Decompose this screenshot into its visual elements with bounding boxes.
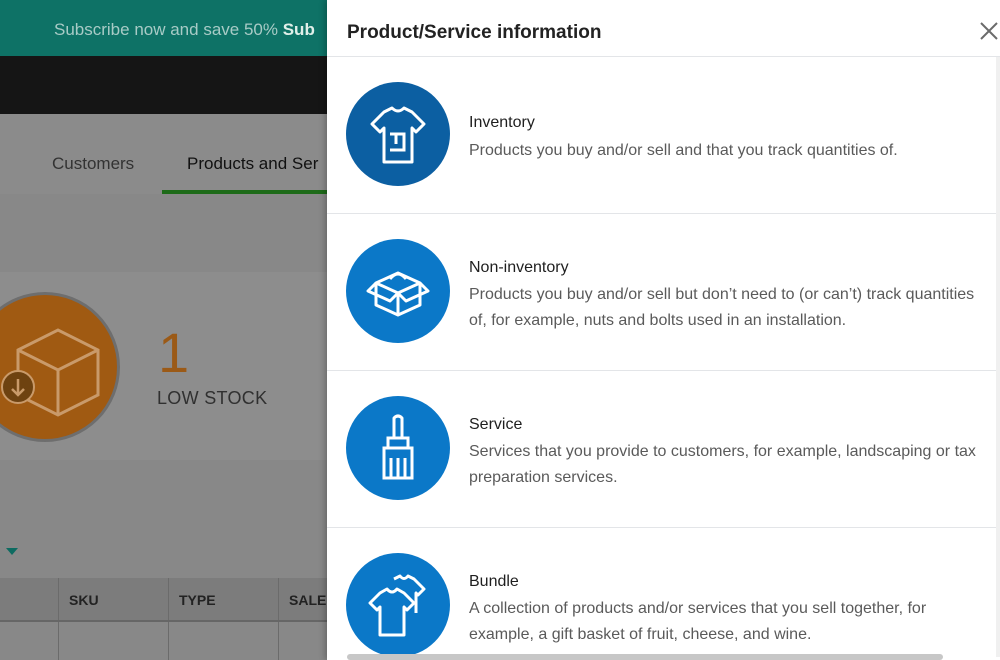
- bundle-title: Bundle: [469, 573, 519, 590]
- promo-text: Subscribe now and save 50%: [54, 20, 278, 39]
- type-option-bundle[interactable]: Bundle A collection of products and/or s…: [327, 528, 996, 660]
- horizontal-scrollbar[interactable]: [347, 654, 943, 660]
- non-inventory-title: Non-inventory: [469, 259, 569, 276]
- panel-header: Product/Service information: [327, 0, 1000, 57]
- product-service-type-panel: Product/Service information Inventory Pr…: [327, 0, 1000, 660]
- service-title: Service: [469, 416, 523, 433]
- low-stock-badge[interactable]: [0, 292, 120, 442]
- active-tab-indicator: [162, 190, 332, 194]
- box-download-icon: [1, 328, 100, 417]
- column-separator: [168, 578, 169, 660]
- service-description: Services that you provide to customers, …: [469, 443, 976, 486]
- tab-previous[interactable]: s: [0, 154, 1, 174]
- bundle-description: A collection of products and/or services…: [469, 600, 927, 643]
- non-inventory-description: Products you buy and/or sell but don’t n…: [469, 286, 975, 329]
- tab-customers[interactable]: Customers: [52, 154, 134, 174]
- filter-dropdown-caret[interactable]: [6, 548, 18, 555]
- shirt-icon: [346, 82, 450, 186]
- low-stock-label: LOW STOCK: [157, 388, 268, 408]
- inventory-description: Products you buy and/or sell and that yo…: [469, 142, 898, 159]
- column-header-sales[interactable]: SALE: [289, 592, 326, 608]
- inventory-title: Inventory: [469, 114, 535, 131]
- panel-title: Product/Service information: [347, 22, 602, 43]
- paintbrush-icon: [346, 396, 450, 500]
- column-separator: [278, 578, 279, 660]
- low-stock-count: 1: [158, 321, 190, 384]
- type-option-inventory[interactable]: Inventory Products you buy and/or sell a…: [327, 57, 996, 214]
- box-icon: [346, 239, 450, 343]
- close-icon[interactable]: [976, 18, 1000, 44]
- table-divider: [0, 620, 330, 622]
- promo-cta-link[interactable]: Sub: [283, 20, 315, 39]
- type-option-service[interactable]: Service Services that you provide to cus…: [327, 371, 996, 528]
- tab-products-and-services[interactable]: Products and Ser: [187, 154, 318, 174]
- column-header-sku[interactable]: SKU: [69, 592, 99, 608]
- promo-banner-text: Subscribe now and save 50% Sub: [54, 20, 315, 40]
- column-header-type[interactable]: TYPE: [179, 592, 216, 608]
- shirts-bundle-icon: [346, 553, 450, 657]
- type-option-non-inventory[interactable]: Non-inventory Products you buy and/or se…: [327, 214, 996, 371]
- column-separator: [58, 578, 59, 660]
- vertical-scrollbar[interactable]: [996, 57, 1000, 657]
- products-table-header: SKU TYPE SALE: [0, 578, 330, 660]
